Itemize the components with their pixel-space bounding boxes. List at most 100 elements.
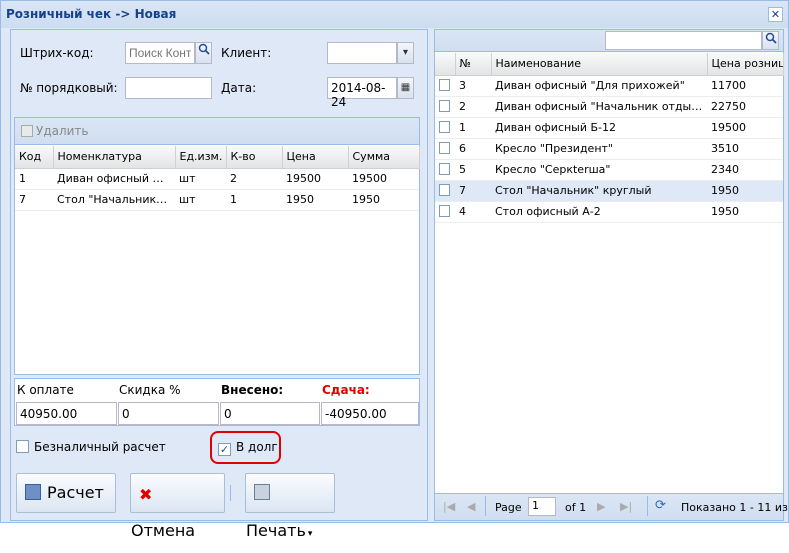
- change-value: -40950.00: [321, 402, 419, 425]
- col-icon: [435, 53, 456, 76]
- printer-icon: [254, 484, 270, 500]
- print-button[interactable]: Печать ▾: [245, 473, 335, 540]
- table-row[interactable]: 2 Диван офисный "Начальник отдыхает" 227…: [435, 96, 783, 118]
- toolbar-separator: [230, 485, 231, 501]
- cell-price: 22750: [707, 96, 783, 118]
- client-select[interactable]: [327, 42, 397, 64]
- receipt-panel: Штрих-код: Клиент: ▾ № порядковый: Дата:…: [10, 29, 428, 540]
- calendar-icon[interactable]: ▦: [397, 77, 414, 99]
- col-qty[interactable]: К-во: [226, 146, 283, 169]
- paid-label: Внесено:: [221, 383, 284, 397]
- table-row[interactable]: 7 Стол "Начальник" круглый шт 1 1950 195…: [15, 189, 419, 211]
- col-code[interactable]: Код: [15, 146, 54, 169]
- cell-name: Кресло "Серкterша": [491, 159, 707, 181]
- paid-input[interactable]: 0: [220, 402, 320, 425]
- order-number-label: № порядковый:: [20, 81, 118, 95]
- prev-page-icon[interactable]: ◀: [467, 500, 475, 513]
- debt-label: В долг: [236, 440, 278, 454]
- receipt-toolbar: Удалить: [15, 118, 419, 145]
- col-unit[interactable]: Ед.изм.: [175, 146, 227, 169]
- discount-label: Скидка %: [119, 383, 181, 397]
- cell-number: 4: [455, 201, 491, 223]
- chevron-down-icon[interactable]: ▾: [397, 42, 414, 64]
- table-row[interactable]: 1 Диван офисный Б-12 шт 2 19500 19500: [15, 168, 419, 190]
- document-icon[interactable]: [439, 79, 450, 91]
- first-page-icon[interactable]: |◀: [443, 500, 455, 513]
- col-sum[interactable]: Сумма: [348, 146, 420, 169]
- document-icon[interactable]: [439, 142, 450, 154]
- cell-name: Диван офисный Б-12: [491, 117, 707, 139]
- cell-sum: 1950: [348, 189, 419, 211]
- cell-price: 1950: [707, 180, 783, 202]
- search-icon: [765, 32, 777, 44]
- last-page-icon[interactable]: ▶|: [620, 500, 632, 513]
- checkbox-box: [16, 440, 29, 453]
- calculator-icon: [25, 484, 41, 500]
- col-retail-price[interactable]: Цена розниц: [707, 53, 784, 76]
- document-icon[interactable]: [439, 184, 450, 196]
- barcode-label: Штрих-код:: [20, 46, 94, 60]
- pager-separator: [647, 496, 648, 516]
- cell-item: Диван офисный Б-12: [53, 168, 175, 190]
- order-number-input[interactable]: [125, 77, 212, 99]
- document-icon[interactable]: [439, 121, 450, 133]
- cell-sum: 19500: [348, 168, 419, 190]
- to-pay-label: К оплате: [17, 383, 74, 397]
- table-row[interactable]: 1 Диван офисный Б-12 19500: [435, 117, 783, 139]
- cashless-label: Безналичный расчет: [34, 440, 166, 454]
- table-row-selected[interactable]: 7 Стол "Начальник" круглый 1950: [435, 180, 783, 202]
- refresh-icon[interactable]: ⟳: [655, 498, 666, 513]
- cell-number: 7: [455, 180, 491, 202]
- catalog-toolbar: [435, 30, 783, 52]
- col-name[interactable]: Наименование: [491, 53, 708, 76]
- cell-price: 19500: [707, 117, 783, 139]
- cell-number: 3: [455, 75, 491, 97]
- cell-number: 2: [455, 96, 491, 118]
- receipt-header-row: Код Номенклатура Ед.изм. К-во Цена Сумма: [15, 146, 420, 169]
- dropdown-arrow-icon: ▾: [307, 529, 313, 539]
- cell-name: Стол офисный А-2: [491, 201, 707, 223]
- search-icon: [198, 43, 210, 55]
- cell-qty: 1: [226, 189, 282, 211]
- cancel-button[interactable]: ✖ Отмена: [130, 473, 225, 540]
- date-input[interactable]: 2014-08-24: [327, 77, 397, 109]
- page-input[interactable]: 1: [528, 497, 556, 516]
- table-row[interactable]: 3 Диван офисный "Для прихожей" 11700: [435, 75, 783, 97]
- cell-number: 5: [455, 159, 491, 181]
- catalog-search-input[interactable]: [605, 31, 762, 50]
- next-page-icon[interactable]: ▶: [597, 500, 605, 513]
- print-label: Печать: [246, 521, 306, 540]
- window-title: Розничный чек -> Новая: [6, 7, 177, 21]
- calc-button[interactable]: Расчет: [16, 473, 116, 513]
- client-label: Клиент:: [221, 46, 272, 60]
- table-row[interactable]: 5 Кресло "Серкterша" 2340: [435, 159, 783, 181]
- date-label: Дата:: [221, 81, 257, 95]
- col-number[interactable]: №: [455, 53, 492, 76]
- cell-price: 11700: [707, 75, 783, 97]
- delete-button[interactable]: Удалить: [21, 124, 89, 138]
- receipt-table: Код Номенклатура Ед.изм. К-во Цена Сумма…: [15, 146, 420, 211]
- to-pay-value: 40950.00: [16, 402, 117, 425]
- col-price[interactable]: Цена: [282, 146, 349, 169]
- close-icon[interactable]: ✕: [768, 7, 783, 22]
- cell-qty: 2: [226, 168, 282, 190]
- barcode-search-button[interactable]: [195, 42, 212, 64]
- cashless-checkbox[interactable]: Безналичный расчет: [16, 440, 166, 454]
- catalog-search-button[interactable]: [762, 31, 779, 50]
- barcode-search-input[interactable]: [125, 42, 195, 64]
- discount-input[interactable]: 0: [118, 402, 219, 425]
- table-row[interactable]: 6 Кресло "Президент" 3510: [435, 138, 783, 160]
- cell-price: 19500: [282, 168, 348, 190]
- table-row[interactable]: 4 Стол офисный А-2 1950: [435, 201, 783, 223]
- receipt-grid: Удалить Код Номенклатура Ед.изм. К-во Це…: [14, 117, 420, 375]
- delete-label: Удалить: [36, 124, 89, 138]
- catalog-table: № Наименование Цена розниц 3 Диван офисн…: [435, 53, 784, 223]
- pager: |◀ ◀ Page 1 of 1 ▶ ▶| ⟳ Показано 1 - 11 …: [435, 493, 788, 520]
- document-icon[interactable]: [439, 205, 450, 217]
- debt-checkbox[interactable]: ✓ В долг: [218, 440, 278, 456]
- cell-name: Диван офисный "Начальник отдыхает": [491, 96, 707, 118]
- cell-number: 6: [455, 138, 491, 160]
- col-item[interactable]: Номенклатура: [53, 146, 176, 169]
- document-icon[interactable]: [439, 163, 450, 175]
- document-icon[interactable]: [439, 100, 450, 112]
